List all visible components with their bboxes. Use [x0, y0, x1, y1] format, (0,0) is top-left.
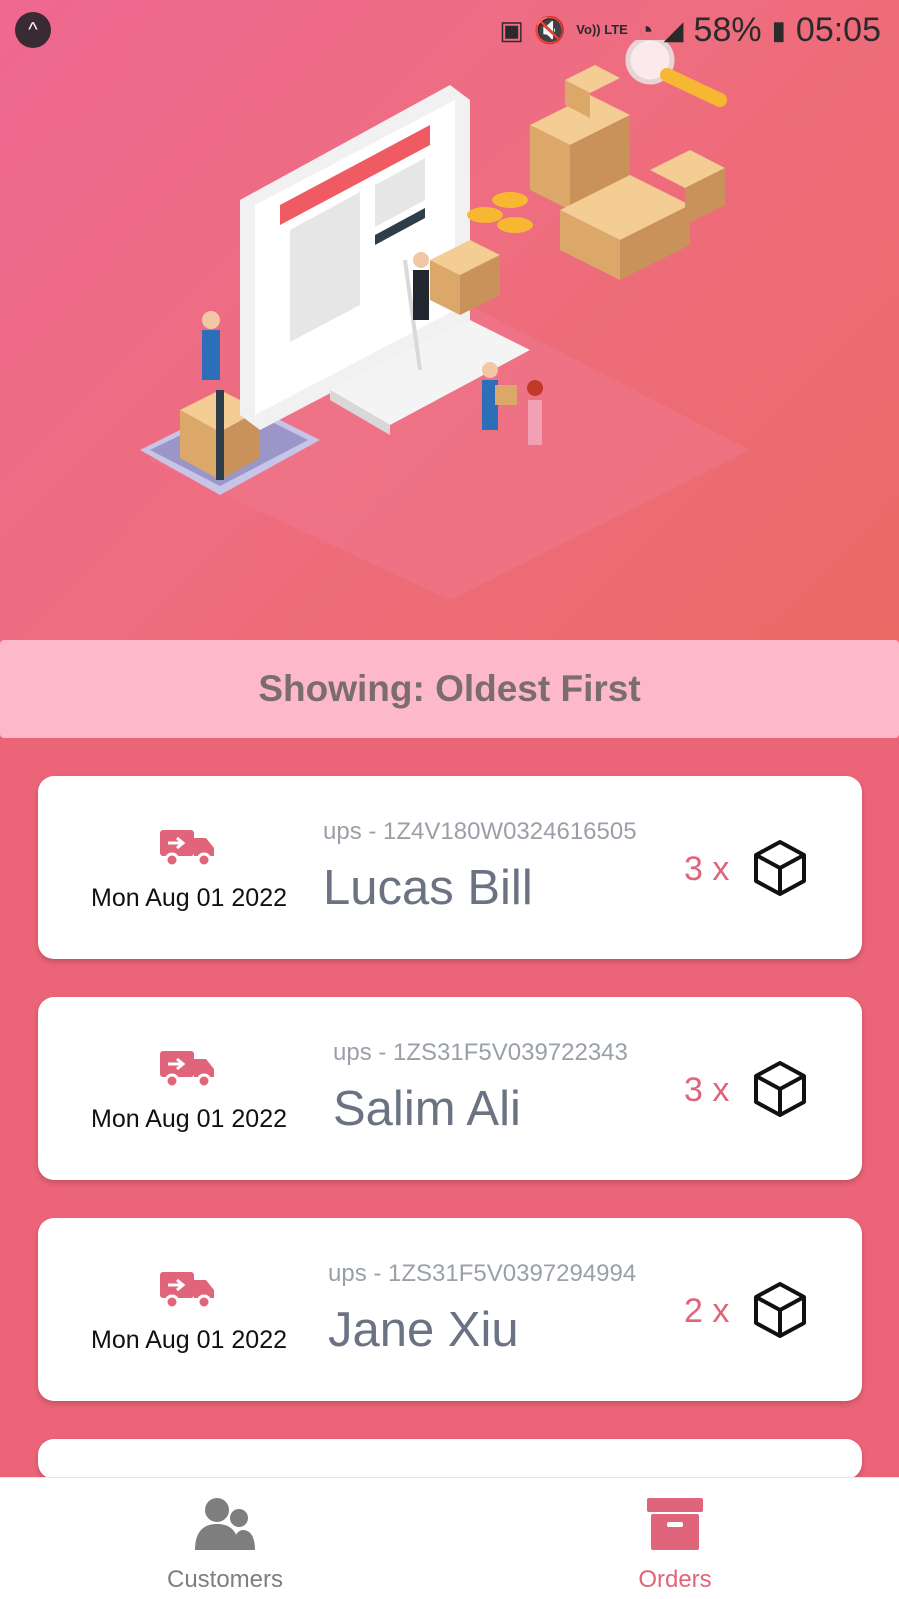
- customer-name: Lucas Bill: [323, 861, 533, 915]
- tracking-number: ups - 1ZS31F5V0397294994: [328, 1260, 637, 1287]
- battery-percent: 58%: [693, 10, 762, 49]
- delivery-truck-icon: [160, 1051, 214, 1089]
- delivery-illustration: [140, 40, 750, 600]
- sort-order-label: Showing: Oldest First: [258, 668, 641, 709]
- package-icon: [754, 840, 806, 896]
- order-card[interactable]: Mon Aug 01 2022 ups - 1ZS31F5V039722343 …: [38, 997, 862, 1180]
- signal-icon: ◢: [663, 14, 684, 45]
- battery-saver-icon: ▣: [499, 14, 524, 45]
- status-icons: ▣ 🔇 Vo)) LTE ◔ ◢ 58% ▮ 05:05: [499, 10, 881, 50]
- package-icon: [754, 1282, 806, 1338]
- order-card[interactable]: Mon Aug 01 2022 ups - 1ZS31F5V0397294994…: [38, 1218, 862, 1401]
- orders-list: Mon Aug 01 2022 ups - 1Z4V180W0324616505…: [38, 776, 862, 1479]
- delivery-truck-icon: [160, 830, 214, 868]
- item-quantity: 2 x: [684, 1292, 730, 1330]
- nav-orders-label: Orders: [638, 1566, 712, 1593]
- battery-icon: ▮: [771, 14, 786, 45]
- sort-order-bar[interactable]: Showing: Oldest First: [0, 640, 899, 738]
- order-card[interactable]: Mon Aug 01 2022 ups - 1Z4V180W0324616505…: [38, 776, 862, 959]
- mute-icon: 🔇: [533, 14, 567, 45]
- nav-customers[interactable]: Customers: [75, 1478, 375, 1599]
- order-date: Mon Aug 01 2022: [91, 1105, 287, 1133]
- package-icon: [754, 1061, 806, 1117]
- network-type-label: Vo)) LTE: [576, 22, 628, 37]
- bottom-navigation: Customers Orders: [0, 1477, 899, 1599]
- archive-box-icon: [647, 1498, 703, 1550]
- order-card-partial[interactable]: [38, 1439, 862, 1479]
- delivery-truck-icon: [160, 1272, 214, 1310]
- nav-orders[interactable]: Orders: [525, 1478, 825, 1599]
- app-notification-icon: ^: [15, 12, 51, 48]
- item-quantity: 3 x: [684, 1071, 730, 1109]
- order-date: Mon Aug 01 2022: [91, 884, 287, 912]
- wifi-icon: ◔: [637, 14, 654, 45]
- customer-name: Jane Xiu: [328, 1303, 519, 1357]
- tracking-number: ups - 1ZS31F5V039722343: [333, 1039, 628, 1066]
- customer-name: Salim Ali: [333, 1082, 521, 1136]
- tracking-number: ups - 1Z4V180W0324616505: [323, 818, 637, 845]
- nav-customers-label: Customers: [166, 1566, 284, 1593]
- order-date: Mon Aug 01 2022: [91, 1326, 287, 1354]
- customers-icon: [195, 1498, 255, 1550]
- status-bar: ^ ▣ 🔇 Vo)) LTE ◔ ◢ 58% ▮ 05:05: [0, 0, 899, 62]
- item-quantity: 3 x: [684, 850, 730, 888]
- hero-banner: ^ ▣ 🔇 Vo)) LTE ◔ ◢ 58% ▮ 05:05: [0, 0, 899, 640]
- clock: 05:05: [795, 10, 881, 49]
